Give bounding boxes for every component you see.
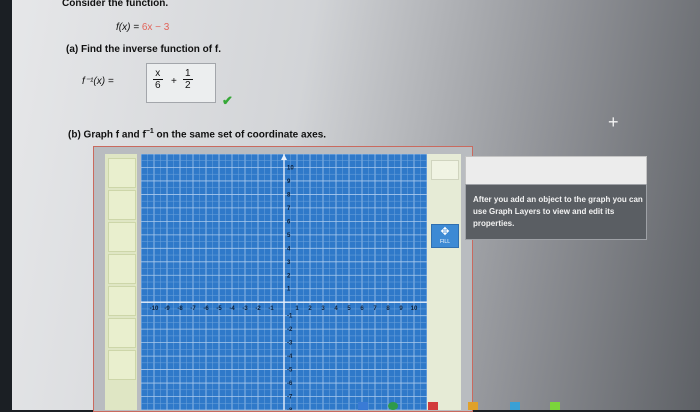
fraction-1-over-2: 1 2 [183,68,193,91]
y-tick-label: 10 [287,165,294,171]
x-tick-label: -8 [177,306,183,312]
tool-segment[interactable] [108,222,136,252]
taskbar-app-icon[interactable] [388,402,398,410]
part-b-superscript: −1 [145,128,154,135]
tool-ray[interactable] [108,190,136,220]
add-button[interactable]: + [608,112,619,133]
x-tick-label: -7 [190,306,196,312]
taskbar-app-icon[interactable] [468,402,478,410]
y-tick-label: -7 [287,395,293,401]
fraction-numerator: 1 [183,68,193,80]
part-b-prompt: (b) Graph f and f−1 on the same set of c… [68,128,326,140]
tool-polygon[interactable] [108,350,136,380]
coordinate-grid[interactable]: -10 -9 -8 -7 -6 -5 -4 -3 -2 -1 1 2 3 4 5 6 7 8 9 10 10 9 8 7 6 5 4… [141,154,427,410]
function-rhs: 6x − 3 [141,22,170,33]
graph-toolbar [105,154,137,410]
graph-layers-panel [427,154,461,410]
correct-check-icon: ✔ [222,93,233,108]
help-text: After you add an object to the graph you… [473,195,643,228]
tool-line[interactable] [108,158,136,188]
x-tick-label: -3 [242,306,248,312]
part-a-prompt: (a) Find the inverse function of f. [66,44,221,55]
x-tick-label: 10 [411,306,418,312]
layers-toggle-button[interactable] [431,160,459,180]
fraction-denominator: 2 [185,80,191,91]
intro-text: Consider the function. [62,0,169,9]
x-tick-label: -9 [164,306,170,312]
tool-point[interactable] [108,318,136,348]
y-tick-label: -5 [287,368,293,374]
plus-sign: + [171,76,177,87]
fill-button[interactable]: ✥ FILL [431,224,459,248]
taskbar-app-icon[interactable] [358,402,368,410]
tool-circle[interactable] [108,254,136,284]
taskbar-app-icon[interactable] [428,402,438,410]
inverse-label: f⁻¹(x) = [82,76,114,87]
fraction-numerator: x [153,68,163,80]
taskbar-app-icon[interactable] [550,402,560,410]
y-tick-label: -6 [287,381,293,387]
y-tick-label: -4 [287,354,293,360]
answer-input[interactable]: x 6 + 1 2 [146,63,216,103]
part-b-suffix: on the same set of coordinate axes. [153,129,327,141]
y-tick-label: -1 [287,314,293,320]
fraction-x-over-6: x 6 [153,68,163,91]
x-tick-label: -2 [255,306,261,312]
taskbar-app-icon[interactable] [510,402,520,410]
x-tick-label: -6 [203,306,209,312]
x-tick-label: -4 [229,306,235,312]
grid-svg[interactable]: -10 -9 -8 -7 -6 -5 -4 -3 -2 -1 1 2 3 4 5 6 7 8 9 1010987654… [141,154,427,410]
y-tick-label: -3 [287,341,293,347]
fraction-denominator: 6 [155,80,161,91]
tool-parabola[interactable] [108,286,136,316]
function-lhs: f(x) = [116,22,142,33]
fill-label: FILL [439,239,450,245]
taskbar [350,400,580,410]
x-tick-label: -10 [150,306,159,312]
help-header [465,156,647,186]
paint-bucket-icon: ✥ [440,226,450,238]
x-tick-label: -1 [268,306,274,312]
part-b-prefix: (b) Graph f and f [68,129,146,141]
x-tick-label: -5 [216,306,222,312]
y-tick-label: -2 [287,327,293,333]
function-definition: f(x) = 6x − 3 [116,22,169,33]
